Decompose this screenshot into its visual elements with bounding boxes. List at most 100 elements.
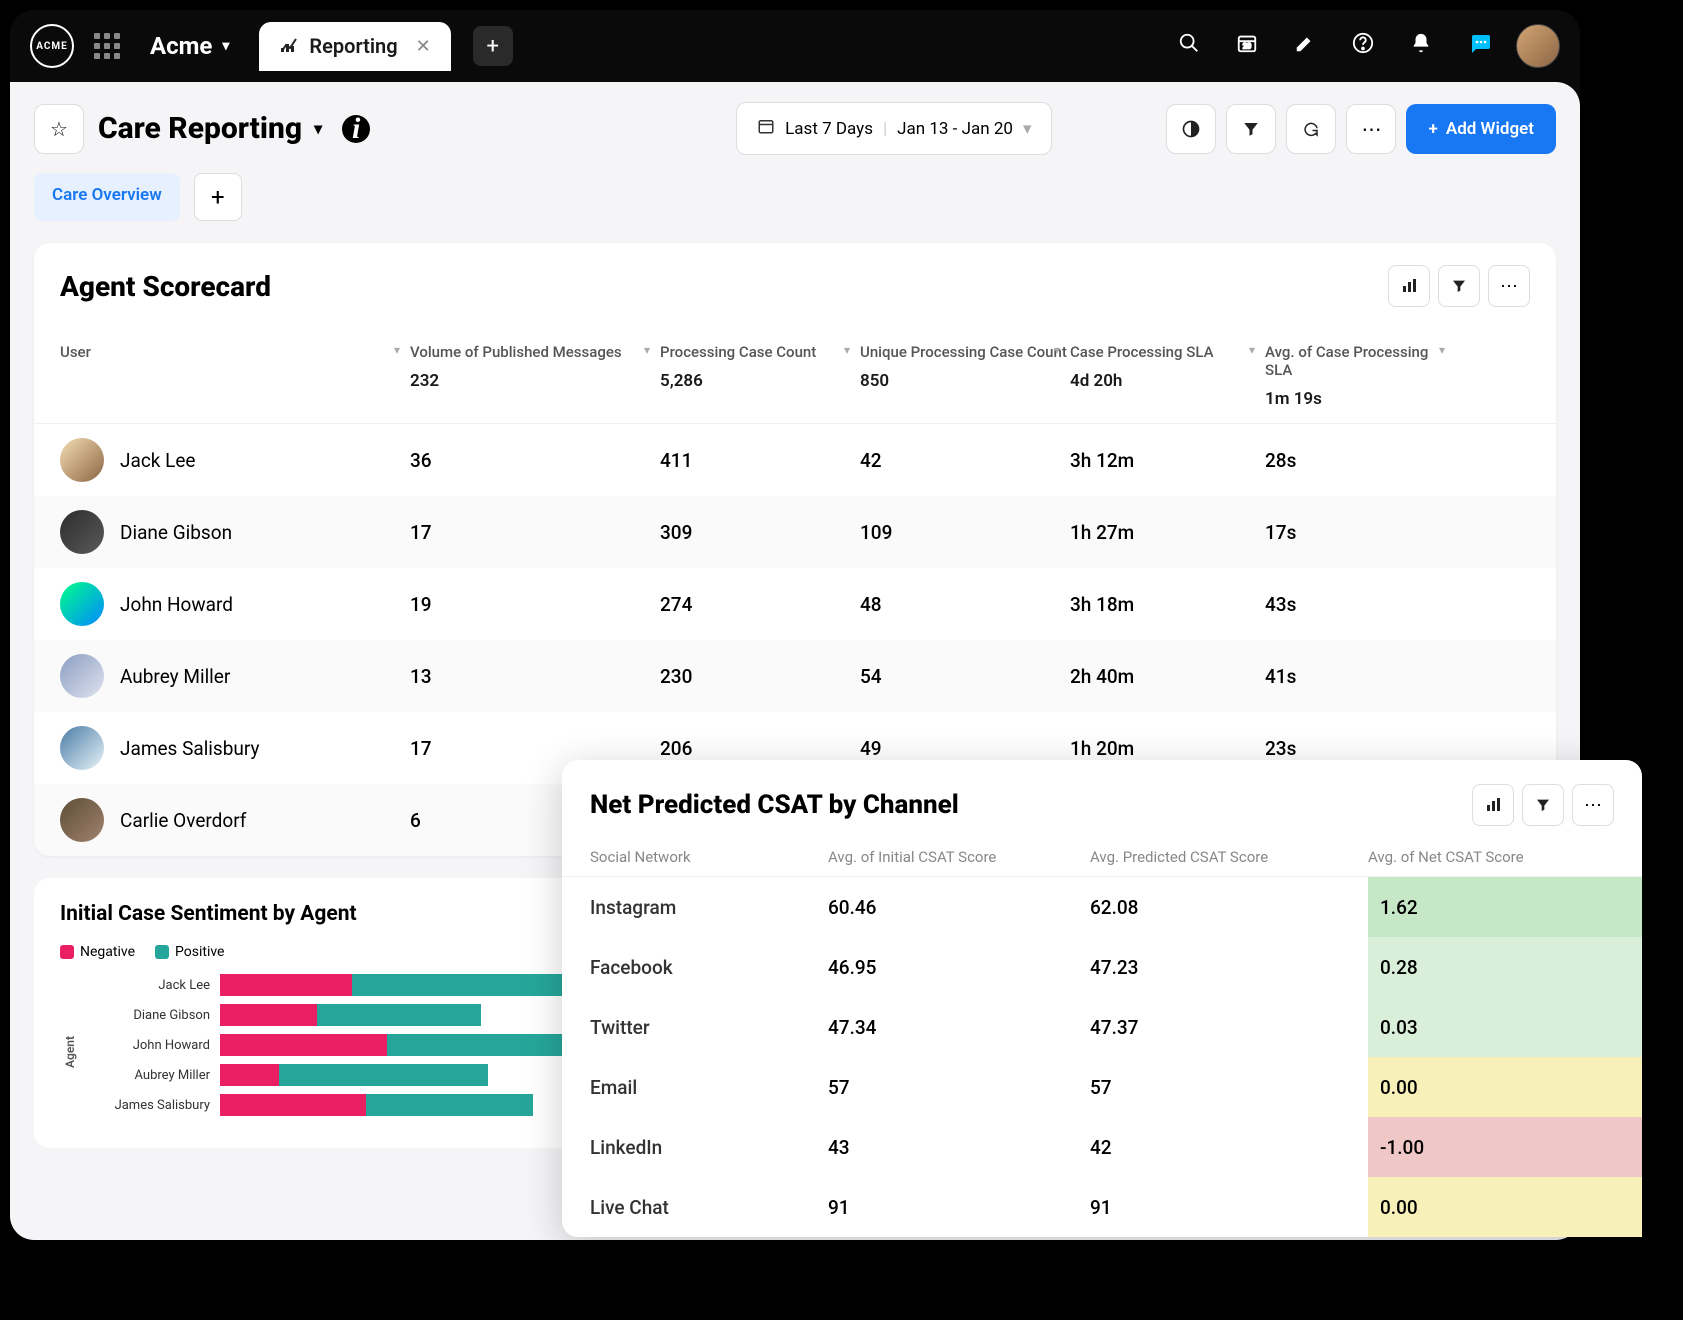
col-net-csat[interactable]: Avg. of Net CSAT Score bbox=[1368, 848, 1614, 866]
more-button[interactable]: ⋯ bbox=[1488, 265, 1530, 307]
cell-sla: 2h 40m bbox=[1070, 665, 1265, 688]
avatar bbox=[60, 654, 104, 698]
more-button[interactable]: ⋯ bbox=[1572, 784, 1614, 826]
more-button[interactable]: ⋯ bbox=[1346, 104, 1396, 154]
bar-positive bbox=[352, 974, 568, 996]
user-avatar[interactable] bbox=[1516, 24, 1560, 68]
bar-label: Aubrey Miller bbox=[90, 1068, 210, 1083]
user-name: Carlie Overdorf bbox=[120, 809, 246, 832]
tab-label: Reporting bbox=[309, 34, 397, 58]
table-row[interactable]: Aubrey Miller 13 230 54 2h 40m 41s bbox=[34, 640, 1556, 712]
info-icon[interactable]: i bbox=[342, 115, 370, 143]
brand-switcher[interactable]: Acme ▾ bbox=[150, 32, 229, 60]
chart-type-button[interactable] bbox=[1472, 784, 1514, 826]
help-icon[interactable] bbox=[1352, 32, 1374, 60]
csat-title: Net Predicted CSAT by Channel bbox=[590, 790, 959, 820]
col-processing[interactable]: Processing Case Count bbox=[660, 343, 860, 361]
cell-net: 0.00 bbox=[1368, 1177, 1642, 1237]
edit-icon[interactable] bbox=[1294, 32, 1316, 60]
col-avg[interactable]: Avg. of Case Processing SLA bbox=[1265, 343, 1455, 379]
col-user[interactable]: User bbox=[60, 343, 410, 361]
table-row[interactable]: Instagram 60.46 62.08 1.62 bbox=[562, 877, 1642, 937]
cell-avg: 28s bbox=[1265, 449, 1455, 472]
legend-pos-label: Positive bbox=[175, 944, 224, 960]
col-unique[interactable]: Unique Processing Case Count bbox=[860, 343, 1070, 361]
cell-sla: 3h 12m bbox=[1070, 449, 1265, 472]
table-row[interactable]: LinkedIn 43 42 -1.00 bbox=[562, 1117, 1642, 1177]
add-subtab-button[interactable]: + bbox=[194, 173, 242, 221]
cell-volume: 19 bbox=[410, 593, 660, 616]
cell-predicted: 62.08 bbox=[1090, 896, 1368, 919]
user-name: Jack Lee bbox=[120, 449, 196, 472]
chart-type-button[interactable] bbox=[1388, 265, 1430, 307]
table-row[interactable]: Jack Lee 36 411 42 3h 12m 28s bbox=[34, 424, 1556, 496]
bar-row: John Howard bbox=[90, 1034, 568, 1056]
cell-network: Live Chat bbox=[590, 1196, 828, 1219]
bar-negative bbox=[220, 1064, 279, 1086]
chevron-down-icon[interactable]: ▾ bbox=[314, 119, 322, 138]
chevron-down-icon: ▾ bbox=[1439, 343, 1445, 357]
scorecard-title: Agent Scorecard bbox=[60, 270, 271, 303]
y-axis-label: Agent bbox=[63, 1036, 77, 1068]
chevron-down-icon: ▾ bbox=[222, 38, 229, 54]
legend-negative: Negative bbox=[60, 944, 135, 960]
cell-predicted: 42 bbox=[1090, 1136, 1368, 1159]
app-launcher-icon[interactable] bbox=[94, 33, 120, 59]
total-volume: 232 bbox=[410, 371, 660, 391]
date-range-selector[interactable]: Last 7 Days | Jan 13 - Jan 20 ▾ bbox=[736, 102, 1052, 155]
bar[interactable] bbox=[220, 1034, 568, 1056]
subtab-care-overview[interactable]: Care Overview bbox=[34, 173, 180, 221]
tab-reporting[interactable]: Reporting ✕ bbox=[259, 22, 450, 71]
cell-proc: 309 bbox=[660, 521, 860, 544]
bar[interactable] bbox=[220, 1004, 568, 1026]
close-icon[interactable]: ✕ bbox=[416, 36, 431, 57]
bar-positive bbox=[387, 1034, 568, 1056]
col-initial-csat[interactable]: Avg. of Initial CSAT Score bbox=[828, 848, 1090, 866]
table-row[interactable]: Twitter 47.34 47.37 0.03 bbox=[562, 997, 1642, 1057]
cell-proc: 274 bbox=[660, 593, 860, 616]
add-widget-label: Add Widget bbox=[1446, 119, 1534, 139]
table-row[interactable]: Facebook 46.95 47.23 0.28 bbox=[562, 937, 1642, 997]
bar-negative bbox=[220, 1094, 366, 1116]
cell-avg: 41s bbox=[1265, 665, 1455, 688]
bar-chart-icon bbox=[279, 34, 299, 59]
brand-logo[interactable]: ACME bbox=[30, 24, 74, 68]
cell-initial: 47.34 bbox=[828, 1016, 1090, 1039]
page-title-text: Care Reporting bbox=[98, 111, 302, 146]
avatar bbox=[60, 798, 104, 842]
filter-button[interactable] bbox=[1522, 784, 1564, 826]
date-range: Jan 13 - Jan 20 bbox=[897, 119, 1013, 139]
table-row[interactable]: Diane Gibson 17 309 109 1h 27m 17s bbox=[34, 496, 1556, 568]
calendar-icon[interactable]: 20 bbox=[1236, 32, 1258, 60]
col-social-network[interactable]: Social Network bbox=[590, 848, 828, 866]
filter-button[interactable] bbox=[1226, 104, 1276, 154]
add-tab-button[interactable]: + bbox=[473, 26, 513, 66]
add-widget-button[interactable]: + Add Widget bbox=[1406, 104, 1556, 154]
cell-uniq: 49 bbox=[860, 737, 1070, 760]
bar[interactable] bbox=[220, 1064, 568, 1086]
table-row[interactable]: John Howard 19 274 48 3h 18m 43s bbox=[34, 568, 1556, 640]
bar-negative bbox=[220, 974, 352, 996]
search-icon[interactable] bbox=[1178, 32, 1200, 60]
page-title: Care Reporting ▾ i bbox=[98, 111, 370, 146]
bar[interactable] bbox=[220, 974, 568, 996]
total-sla: 4d 20h bbox=[1070, 371, 1265, 391]
bell-icon[interactable] bbox=[1410, 32, 1432, 60]
bar-positive bbox=[366, 1094, 533, 1116]
contrast-button[interactable] bbox=[1166, 104, 1216, 154]
refresh-button[interactable] bbox=[1286, 104, 1336, 154]
col-sla[interactable]: Case Processing SLA bbox=[1070, 343, 1265, 361]
chat-icon[interactable] bbox=[1468, 31, 1492, 61]
bar-negative bbox=[220, 1004, 317, 1026]
bar[interactable] bbox=[220, 1094, 568, 1116]
favorite-button[interactable]: ☆ bbox=[34, 104, 84, 154]
user-name: Diane Gibson bbox=[120, 521, 232, 544]
table-row[interactable]: Email 57 57 0.00 bbox=[562, 1057, 1642, 1117]
col-volume[interactable]: Volume of Published Messages bbox=[410, 343, 660, 361]
col-predicted-csat[interactable]: Avg. Predicted CSAT Score bbox=[1090, 848, 1368, 866]
bar-label: John Howard bbox=[90, 1038, 210, 1053]
calendar-icon bbox=[757, 117, 775, 140]
filter-button[interactable] bbox=[1438, 265, 1480, 307]
table-row[interactable]: Live Chat 91 91 0.00 bbox=[562, 1177, 1642, 1237]
bar-label: Diane Gibson bbox=[90, 1008, 210, 1023]
